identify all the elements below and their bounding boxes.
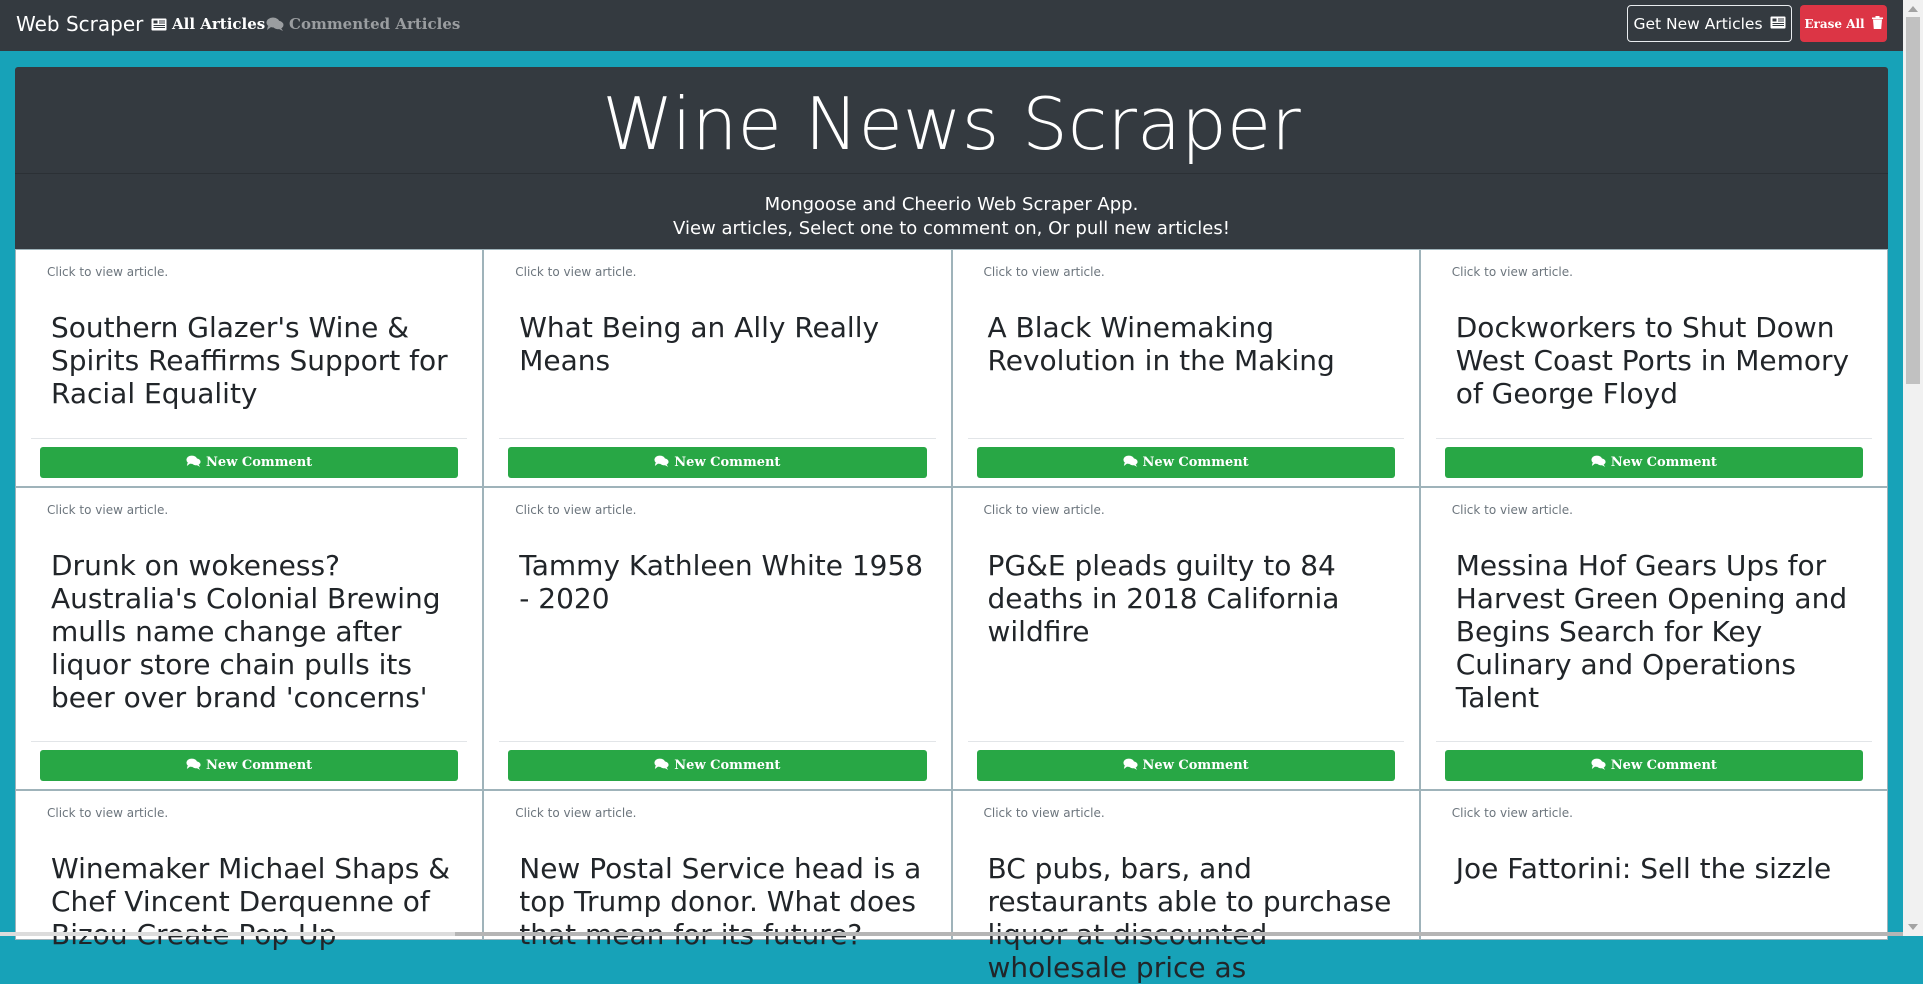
page-subtitle: Mongoose and Cheerio Web Scraper App. Vi…: [15, 193, 1888, 241]
card-divider: [31, 438, 468, 439]
new-comment-label: New Comment: [206, 455, 313, 470]
article-card[interactable]: Click to view article. What Being an All…: [483, 249, 952, 487]
erase-all-button[interactable]: Erase All: [1800, 5, 1887, 42]
article-card[interactable]: Click to view article. Southern Glazer's…: [15, 249, 484, 487]
card-hint: Click to view article.: [47, 265, 169, 279]
comments-icon: [654, 758, 669, 774]
new-comment-label: New Comment: [206, 758, 313, 773]
article-title[interactable]: Southern Glazer's Wine & Spirits Reaffir…: [51, 311, 456, 410]
subtitle-line-2: View articles, Select one to comment on,…: [673, 218, 1230, 239]
new-comment-button[interactable]: New Comment: [508, 447, 927, 478]
card-hint: Click to view article.: [983, 503, 1105, 517]
newspaper-icon: [151, 18, 167, 31]
card-divider: [1435, 741, 1872, 742]
new-comment-button[interactable]: New Comment: [1444, 447, 1863, 478]
article-card[interactable]: Click to view article. BC pubs, bars, an…: [951, 790, 1420, 984]
comments-icon: [266, 17, 284, 31]
article-card[interactable]: Click to view article. A Black Winemakin…: [951, 249, 1420, 487]
article-title[interactable]: A Black Winemaking Revolution in the Mak…: [988, 311, 1393, 377]
comments-icon: [1591, 455, 1606, 471]
new-comment-button[interactable]: New Comment: [508, 750, 927, 781]
article-card[interactable]: Click to view article. Drunk on wokeness…: [15, 487, 484, 790]
header-divider: [15, 173, 1888, 174]
trash-icon: [1871, 15, 1883, 32]
article-card[interactable]: Click to view article. Messina Hof Gears…: [1419, 487, 1888, 790]
comments-icon: [654, 455, 669, 471]
article-card[interactable]: Click to view article. Dockworkers to Sh…: [1419, 249, 1888, 487]
card-divider: [499, 438, 936, 439]
card-hint: Click to view article.: [47, 503, 169, 517]
card-hint: Click to view article.: [515, 806, 637, 820]
new-comment-button[interactable]: New Comment: [1444, 750, 1863, 781]
article-title[interactable]: PG&E pleads guilty to 84 deaths in 2018 …: [988, 549, 1393, 648]
newspaper-icon: [1770, 15, 1786, 33]
subtitle-line-1: Mongoose and Cheerio Web Scraper App.: [764, 194, 1139, 215]
new-comment-label: New Comment: [674, 455, 781, 470]
card-hint: Click to view article.: [983, 806, 1105, 820]
articles-grid: Click to view article. Southern Glazer's…: [15, 249, 1888, 984]
new-comment-button[interactable]: New Comment: [976, 750, 1395, 781]
scrollbar-thumb[interactable]: [1906, 17, 1920, 384]
get-new-articles-button[interactable]: Get New Articles: [1627, 5, 1792, 42]
brand-link[interactable]: Web Scraper: [16, 12, 143, 36]
card-divider: [499, 741, 936, 742]
new-comment-button[interactable]: New Comment: [40, 447, 459, 478]
new-comment-label: New Comment: [1610, 758, 1717, 773]
article-card[interactable]: Click to view article. Winemaker Michael…: [15, 790, 484, 951]
new-comment-button[interactable]: New Comment: [40, 750, 459, 781]
navbar: Web Scraper All Articles Commented Artic…: [0, 0, 1903, 51]
get-new-articles-label: Get New Articles: [1633, 14, 1763, 33]
card-hint: Click to view article.: [1451, 265, 1573, 279]
card-hint: Click to view article.: [1451, 806, 1573, 820]
new-comment-label: New Comment: [1610, 455, 1717, 470]
comments-icon: [186, 455, 201, 471]
article-title[interactable]: Winemaker Michael Shaps & Chef Vincent D…: [51, 852, 456, 951]
horizontal-scrollbar[interactable]: [0, 932, 1903, 936]
new-comment-label: New Comment: [1142, 758, 1249, 773]
article-title[interactable]: What Being an Ally Really Means: [519, 311, 924, 377]
card-divider: [1435, 438, 1872, 439]
horizontal-scrollbar-thumb[interactable]: [455, 932, 1903, 936]
card-hint: Click to view article.: [1451, 503, 1573, 517]
article-card[interactable]: Click to view article. PG&E pleads guilt…: [951, 487, 1420, 790]
article-title[interactable]: Tammy Kathleen White 1958 - 2020: [519, 549, 924, 615]
comments-icon: [186, 758, 201, 774]
comments-icon: [1122, 455, 1138, 471]
article-card[interactable]: Click to view article. Joe Fattorini: Se…: [1419, 790, 1888, 940]
card-divider: [967, 438, 1404, 439]
vertical-scrollbar[interactable]: [1903, 0, 1923, 936]
article-title[interactable]: Dockworkers to Shut Down West Coast Port…: [1456, 311, 1861, 410]
comments-icon: [1122, 758, 1138, 774]
card-divider: [31, 741, 468, 742]
article-title[interactable]: Drunk on wokeness? Australia's Colonial …: [51, 549, 456, 714]
page-title: Wine News Scraper: [602, 82, 1301, 166]
comments-icon: [1591, 758, 1606, 774]
article-title[interactable]: Joe Fattorini: Sell the sizzle: [1456, 852, 1861, 885]
scroll-down-arrow-icon[interactable]: [1908, 924, 1918, 930]
article-card[interactable]: Click to view article. Tammy Kathleen Wh…: [483, 487, 952, 790]
new-comment-button[interactable]: New Comment: [976, 447, 1395, 478]
nav-all-articles-label: All Articles: [172, 15, 266, 33]
card-hint: Click to view article.: [515, 265, 637, 279]
card-hint: Click to view article.: [983, 265, 1105, 279]
card-divider: [967, 741, 1404, 742]
nav-commented-articles[interactable]: Commented Articles: [266, 15, 460, 33]
nav-commented-articles-label: Commented Articles: [289, 15, 461, 33]
article-card[interactable]: Click to view article. New Postal Servic…: [483, 790, 952, 951]
card-hint: Click to view article.: [515, 503, 637, 517]
article-title[interactable]: Messina Hof Gears Ups for Harvest Green …: [1456, 549, 1861, 714]
card-hint: Click to view article.: [47, 806, 169, 820]
scroll-up-arrow-icon[interactable]: [1908, 6, 1918, 12]
erase-all-label: Erase All: [1804, 16, 1865, 31]
nav-all-articles[interactable]: All Articles: [151, 15, 265, 33]
new-comment-label: New Comment: [1142, 455, 1249, 470]
article-title[interactable]: BC pubs, bars, and restaurants able to p…: [988, 852, 1393, 984]
header-jumbotron: Wine News Scraper Mongoose and Cheerio W…: [15, 67, 1888, 249]
new-comment-label: New Comment: [674, 758, 781, 773]
article-title[interactable]: New Postal Service head is a top Trump d…: [519, 852, 924, 951]
